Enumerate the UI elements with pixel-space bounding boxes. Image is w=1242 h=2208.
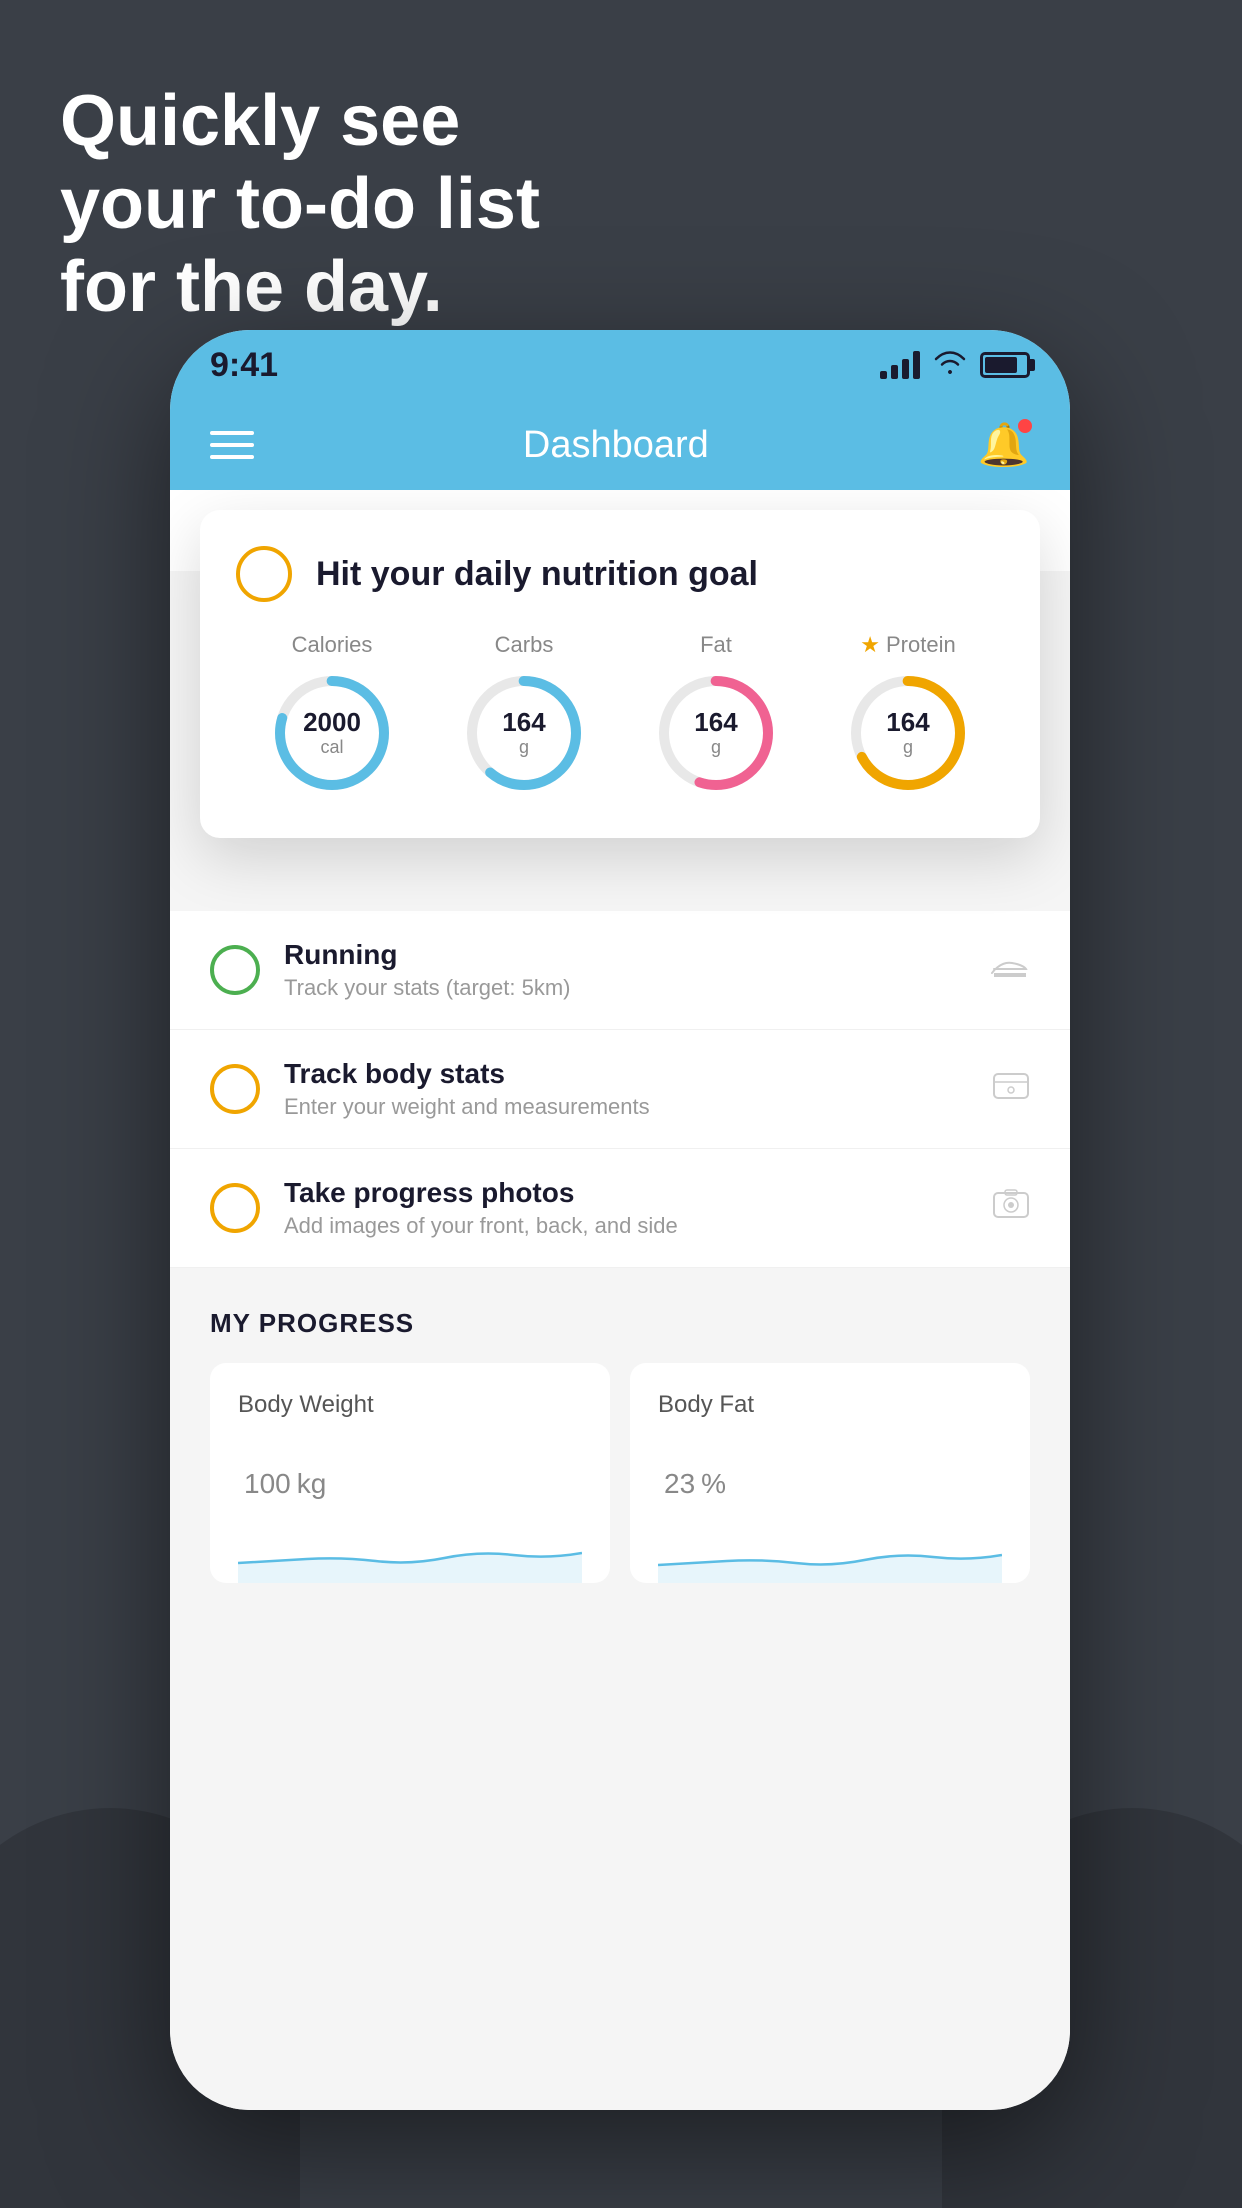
running-checkbox[interactable] bbox=[210, 945, 260, 995]
photos-content: Take progress photos Add images of your … bbox=[284, 1177, 968, 1239]
status-bar: 9:41 bbox=[170, 330, 1070, 400]
body-weight-chart bbox=[238, 1523, 582, 1583]
header-title: Dashboard bbox=[523, 424, 709, 467]
body-stats-title: Track body stats bbox=[284, 1058, 968, 1090]
body-fat-value: 23% bbox=[658, 1435, 726, 1507]
hero-text: Quickly see your to-do list for the day. bbox=[60, 80, 540, 328]
carbs-ring: Carbs 164 g bbox=[459, 632, 589, 798]
todo-item-running[interactable]: Running Track your stats (target: 5km) bbox=[170, 911, 1070, 1030]
running-content: Running Track your stats (target: 5km) bbox=[284, 939, 966, 1001]
body-stats-subtitle: Enter your weight and measurements bbox=[284, 1094, 968, 1120]
body-weight-card[interactable]: Body Weight 100kg bbox=[210, 1363, 610, 1583]
scale-icon bbox=[992, 1066, 1030, 1113]
progress-title: MY PROGRESS bbox=[210, 1308, 1030, 1339]
calories-ring: Calories 2000 cal bbox=[267, 632, 397, 798]
calories-label: Calories bbox=[292, 632, 373, 658]
progress-section: MY PROGRESS Body Weight 100kg bbox=[170, 1268, 1070, 1613]
content-area: THINGS TO DO TODAY Hit your daily nutrit… bbox=[170, 490, 1070, 2110]
body-fat-chart bbox=[658, 1523, 1002, 1583]
nutrition-checkbox[interactable] bbox=[236, 546, 292, 602]
todo-list: Running Track your stats (target: 5km) T… bbox=[170, 911, 1070, 1268]
calories-ring-visual: 2000 cal bbox=[267, 668, 397, 798]
body-weight-value: 100kg bbox=[238, 1435, 326, 1507]
carbs-unit: g bbox=[502, 737, 545, 758]
calories-value: 2000 bbox=[303, 708, 361, 737]
running-shoe-icon bbox=[990, 951, 1030, 990]
protein-ring: ★ Protein 164 g bbox=[843, 632, 973, 798]
nutrition-card[interactable]: Hit your daily nutrition goal Calories 2… bbox=[200, 510, 1040, 838]
carbs-ring-visual: 164 g bbox=[459, 668, 589, 798]
status-icons bbox=[880, 348, 1030, 383]
body-fat-value-container: 23% bbox=[658, 1439, 1002, 1503]
fat-value: 164 bbox=[694, 708, 737, 737]
status-time: 9:41 bbox=[210, 346, 278, 385]
carbs-value: 164 bbox=[502, 708, 545, 737]
hamburger-menu[interactable] bbox=[210, 431, 254, 459]
signal-icon bbox=[880, 351, 920, 379]
body-weight-value-container: 100kg bbox=[238, 1439, 582, 1503]
photos-title: Take progress photos bbox=[284, 1177, 968, 1209]
photo-icon bbox=[992, 1185, 1030, 1232]
notification-dot bbox=[1016, 417, 1034, 435]
bell-icon[interactable]: 🔔 bbox=[978, 421, 1030, 470]
running-title: Running bbox=[284, 939, 966, 971]
body-stats-content: Track body stats Enter your weight and m… bbox=[284, 1058, 968, 1120]
nutrition-rings: Calories 2000 cal Carbs bbox=[236, 632, 1004, 798]
protein-star-icon: ★ bbox=[860, 632, 880, 658]
wifi-icon bbox=[932, 348, 968, 383]
carbs-label: Carbs bbox=[495, 632, 554, 658]
fat-ring-visual: 164 g bbox=[651, 668, 781, 798]
body-fat-label: Body Fat bbox=[658, 1391, 1002, 1419]
progress-cards: Body Weight 100kg Body bbox=[210, 1363, 1030, 1583]
todo-item-body-stats[interactable]: Track body stats Enter your weight and m… bbox=[170, 1030, 1070, 1149]
protein-value: 164 bbox=[886, 708, 929, 737]
protein-ring-visual: 164 g bbox=[843, 668, 973, 798]
nutrition-card-header: Hit your daily nutrition goal bbox=[236, 546, 1004, 602]
calories-unit: cal bbox=[303, 737, 361, 758]
fat-ring: Fat 164 g bbox=[651, 632, 781, 798]
app-header: Dashboard 🔔 bbox=[170, 400, 1070, 490]
body-weight-label: Body Weight bbox=[238, 1391, 582, 1419]
photos-checkbox[interactable] bbox=[210, 1183, 260, 1233]
protein-unit: g bbox=[886, 737, 929, 758]
todo-item-photos[interactable]: Take progress photos Add images of your … bbox=[170, 1149, 1070, 1268]
fat-label: Fat bbox=[700, 632, 732, 658]
nutrition-card-title: Hit your daily nutrition goal bbox=[316, 555, 758, 594]
photos-subtitle: Add images of your front, back, and side bbox=[284, 1213, 968, 1239]
fat-unit: g bbox=[694, 737, 737, 758]
body-stats-checkbox[interactable] bbox=[210, 1064, 260, 1114]
body-fat-card[interactable]: Body Fat 23% bbox=[630, 1363, 1030, 1583]
running-subtitle: Track your stats (target: 5km) bbox=[284, 975, 966, 1001]
battery-icon bbox=[980, 352, 1030, 378]
phone-frame: 9:41 Da bbox=[170, 330, 1070, 2110]
protein-label: ★ Protein bbox=[860, 632, 955, 658]
